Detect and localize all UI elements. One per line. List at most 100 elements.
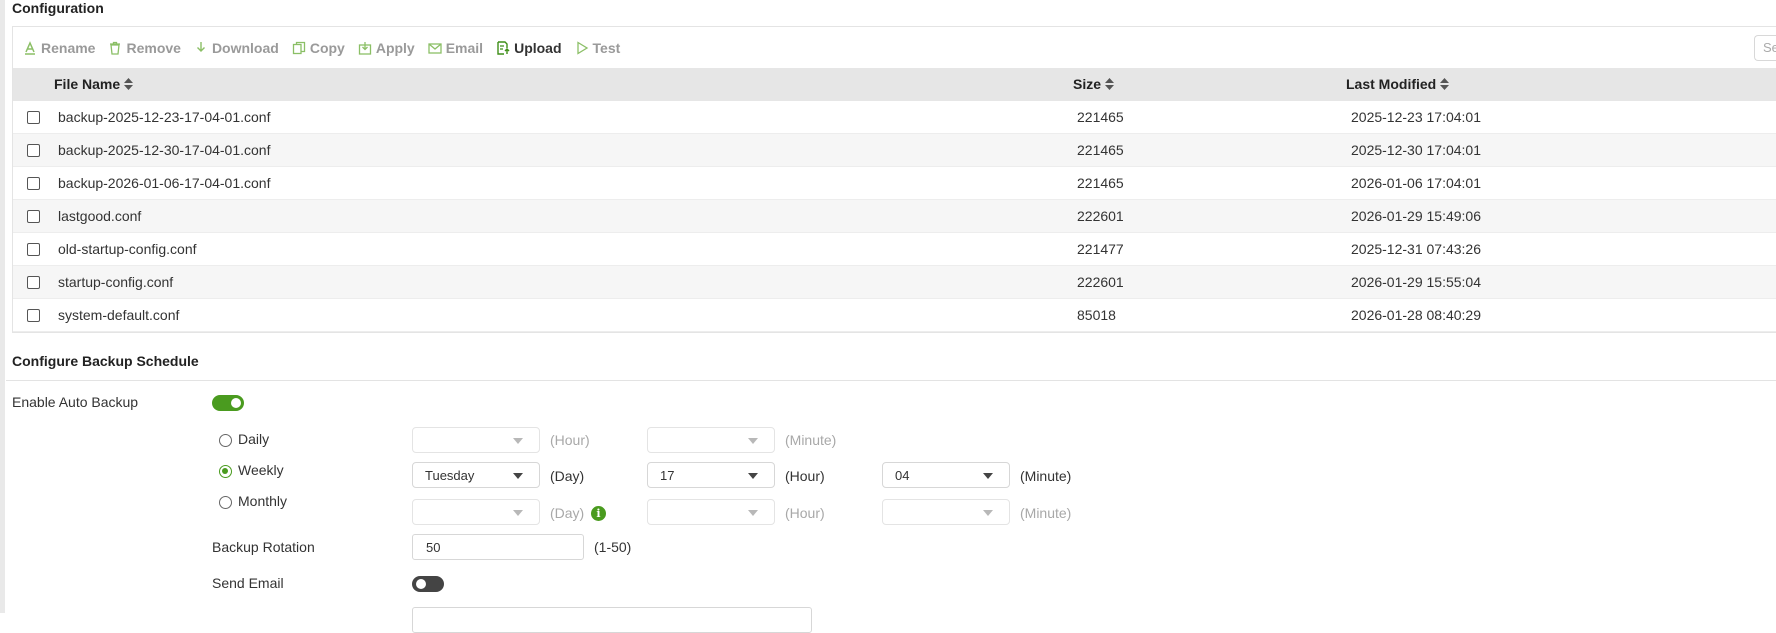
play-icon — [576, 40, 588, 55]
file-name: old-startup-config.conf — [58, 241, 197, 257]
send-email-label: Send Email — [212, 575, 284, 591]
file-name: startup-config.conf — [58, 274, 174, 290]
toggle-knob — [231, 398, 241, 408]
remove-label: Remove — [126, 39, 181, 56]
send-email-toggle[interactable] — [412, 576, 444, 592]
monthly-minute-select[interactable] — [882, 499, 1010, 525]
envelope-icon — [428, 42, 442, 54]
file-size: 222601 — [1077, 208, 1124, 224]
table-header: File Name Size Last Modified — [13, 68, 1776, 101]
row-checkbox[interactable] — [27, 210, 40, 223]
backup-schedule-title: Configure Backup Schedule — [12, 353, 199, 369]
test-button[interactable]: Test — [575, 39, 621, 56]
weekly-day-select[interactable]: Tuesday — [412, 462, 540, 488]
column-file-name[interactable]: File Name — [54, 76, 134, 92]
rename-button[interactable]: Rename — [23, 40, 95, 56]
column-size[interactable]: Size — [1073, 76, 1115, 92]
file-modified: 2026-01-06 17:04:01 — [1351, 175, 1481, 191]
remove-button[interactable]: Remove — [108, 39, 181, 56]
monthly-minute-unit: (Minute) — [1020, 505, 1072, 521]
file-size: 221465 — [1077, 175, 1124, 191]
backup-rotation-input[interactable]: 50 — [412, 534, 584, 560]
table-row[interactable]: backup-2026-01-06-17-04-01.conf 221465 2… — [13, 167, 1776, 200]
file-name: lastgood.conf — [58, 208, 142, 224]
row-checkbox[interactable] — [27, 111, 40, 124]
sort-icon — [1105, 78, 1115, 90]
table-row[interactable]: old-startup-config.conf 221477 2025-12-3… — [13, 233, 1776, 266]
enable-auto-backup-toggle[interactable] — [212, 395, 244, 411]
file-modified: 2026-01-28 08:40:29 — [1351, 307, 1481, 323]
weekly-minute-select[interactable]: 04 — [882, 462, 1010, 488]
email-address-input[interactable] — [412, 607, 812, 633]
file-size: 85018 — [1077, 307, 1116, 323]
email-button[interactable]: Email — [428, 40, 483, 56]
file-name: backup-2026-01-06-17-04-01.conf — [58, 175, 271, 191]
column-size-label: Size — [1073, 76, 1102, 92]
email-label: Email — [445, 39, 484, 56]
table-row[interactable]: backup-2025-12-23-17-04-01.conf 221465 2… — [13, 101, 1776, 134]
daily-radio[interactable] — [219, 434, 232, 447]
file-modified: 2025-12-30 17:04:01 — [1351, 142, 1481, 158]
weekly-minute-value: 04 — [895, 468, 910, 483]
chevron-down-icon — [513, 438, 523, 444]
sort-icon — [124, 78, 134, 90]
trash-icon — [110, 41, 121, 55]
test-label: Test — [592, 39, 621, 56]
monthly-radio[interactable] — [219, 496, 232, 509]
file-size: 222601 — [1077, 274, 1124, 290]
apply-button[interactable]: Apply — [358, 40, 415, 56]
monthly-hour-select[interactable] — [647, 499, 775, 525]
weekly-day-value: Tuesday — [425, 468, 475, 483]
monthly-label: Monthly — [238, 493, 288, 509]
toolbar: Rename Remove Download Copy Apply Email … — [13, 27, 1776, 68]
rename-label: Rename — [41, 39, 96, 56]
weekly-minute-unit: (Minute) — [1020, 468, 1072, 484]
table-row[interactable]: backup-2025-12-30-17-04-01.conf 221465 2… — [13, 134, 1776, 167]
copy-label: Copy — [309, 39, 345, 56]
weekly-label: Weekly — [238, 462, 284, 478]
sort-icon — [1440, 78, 1450, 90]
weekly-radio[interactable] — [219, 465, 232, 478]
daily-minute-select[interactable] — [647, 427, 775, 453]
enable-auto-backup-label: Enable Auto Backup — [12, 394, 139, 410]
file-table: File Name Size Last Modified backup-2025… — [13, 68, 1776, 332]
chevron-down-icon — [748, 510, 758, 516]
row-checkbox[interactable] — [27, 144, 40, 157]
monthly-day-unit: (Day) — [550, 505, 585, 521]
file-size: 221465 — [1077, 142, 1124, 158]
weekly-hour-value: 17 — [660, 468, 675, 483]
row-checkbox[interactable] — [27, 177, 40, 190]
table-row[interactable]: lastgood.conf 222601 2026-01-29 15:49:06 — [13, 200, 1776, 233]
column-last-modified-label: Last Modified — [1346, 76, 1437, 92]
daily-hour-select[interactable] — [412, 427, 540, 453]
row-checkbox[interactable] — [27, 276, 40, 289]
rename-icon — [25, 40, 35, 55]
file-size: 221465 — [1077, 109, 1124, 125]
file-modified: 2026-01-29 15:49:06 — [1351, 208, 1481, 224]
info-icon[interactable]: i — [591, 506, 606, 521]
copy-button[interactable]: Copy — [292, 40, 345, 56]
file-modified: 2025-12-31 07:43:26 — [1351, 241, 1481, 257]
daily-label: Daily — [238, 431, 270, 447]
download-icon — [196, 41, 205, 52]
daily-hour-unit: (Hour) — [550, 432, 590, 448]
search-input[interactable]: Se — [1754, 35, 1776, 61]
row-checkbox[interactable] — [27, 309, 40, 322]
download-button[interactable]: Download — [194, 40, 279, 56]
file-name: system-default.conf — [58, 307, 180, 323]
copy-icon — [292, 41, 305, 54]
table-row[interactable]: system-default.conf 85018 2026-01-28 08:… — [13, 299, 1776, 332]
chevron-down-icon — [983, 473, 993, 479]
table-row[interactable]: startup-config.conf 222601 2026-01-29 15… — [13, 266, 1776, 299]
monthly-hour-unit: (Hour) — [785, 505, 825, 521]
row-checkbox[interactable] — [27, 243, 40, 256]
apply-label: Apply — [375, 39, 415, 56]
column-last-modified[interactable]: Last Modified — [1346, 76, 1450, 92]
file-name: backup-2025-12-23-17-04-01.conf — [58, 109, 271, 125]
monthly-day-select[interactable] — [412, 499, 540, 525]
chevron-down-icon — [983, 510, 993, 516]
file-size: 221477 — [1077, 241, 1124, 257]
upload-button[interactable]: Upload — [496, 40, 562, 56]
weekly-hour-select[interactable]: 17 — [647, 462, 775, 488]
chevron-down-icon — [748, 473, 758, 479]
